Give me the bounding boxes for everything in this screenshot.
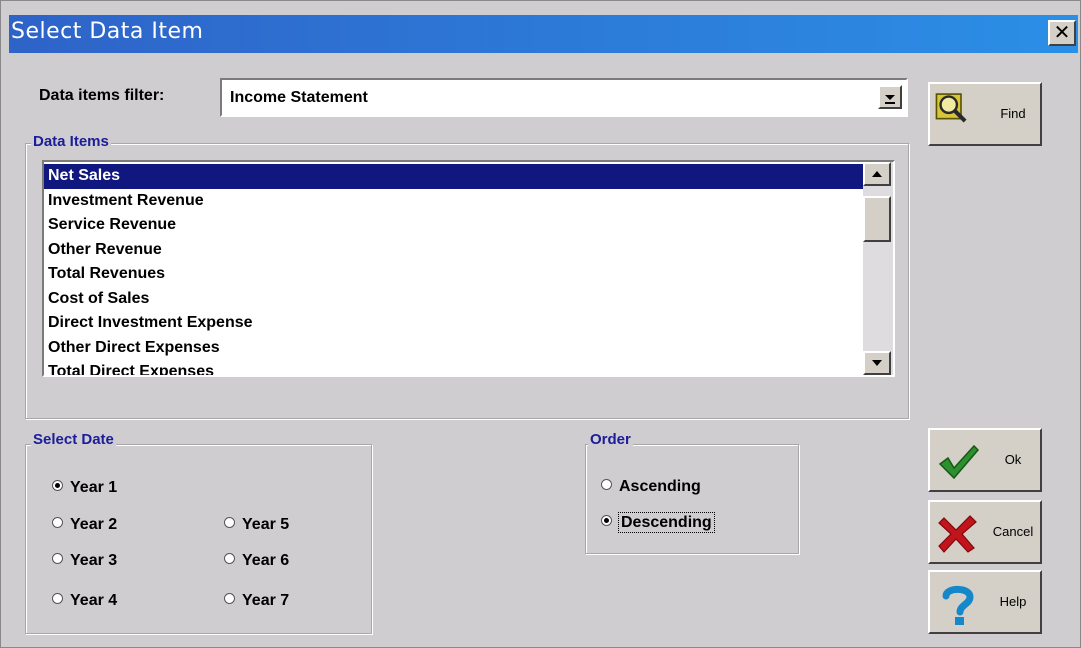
data-items-title: Data Items	[31, 133, 111, 150]
radio-year-4[interactable]: Year 4	[52, 592, 117, 610]
radio-label: Year 4	[70, 592, 118, 609]
radio-dot	[224, 593, 235, 604]
radio-year-6[interactable]: Year 6	[224, 552, 289, 570]
list-item[interactable]: Other Revenue	[44, 238, 863, 263]
radio-year-2[interactable]: Year 2	[52, 516, 117, 534]
find-button[interactable]: Find	[928, 82, 1042, 146]
help-button-label: Help	[999, 594, 1027, 609]
radio-dot	[601, 515, 612, 526]
checkmark-icon	[938, 444, 980, 480]
chevron-down-icon	[885, 95, 895, 104]
list-item[interactable]: Total Direct Expenses	[44, 360, 863, 375]
radio-dot	[601, 479, 612, 490]
arrow-down-icon	[872, 360, 882, 366]
radio-year-3[interactable]: Year 3	[52, 552, 117, 570]
scroll-down-button[interactable]	[863, 351, 891, 375]
close-icon: ✕	[1053, 20, 1071, 44]
filter-label: Data items filter:	[39, 87, 165, 104]
radio-dot	[52, 517, 63, 528]
radio-dot	[52, 480, 63, 491]
order-title: Order	[588, 431, 633, 448]
scroll-thumb[interactable]	[863, 196, 891, 242]
list-scrollbar[interactable]	[863, 162, 893, 375]
x-icon	[938, 515, 977, 553]
radio-label: Year 5	[242, 516, 290, 533]
cancel-button-label: Cancel	[992, 524, 1034, 539]
window-title: Select Data Item	[11, 19, 204, 44]
radio-dot	[224, 553, 235, 564]
data-items-list[interactable]: Net Sales Investment Revenue Service Reven…	[42, 160, 895, 377]
list-item[interactable]: Net Sales	[44, 164, 863, 189]
radio-dot	[52, 553, 63, 564]
arrow-up-icon	[872, 171, 882, 177]
radio-label: Year 6	[242, 552, 290, 569]
help-button[interactable]: Help	[928, 570, 1042, 634]
scroll-up-button[interactable]	[863, 162, 891, 186]
find-icon	[935, 93, 967, 123]
radio-label: Descending	[618, 512, 715, 533]
list-item[interactable]: Cost of Sales	[44, 287, 863, 312]
ok-button-label: Ok	[1004, 452, 1022, 467]
radio-year-5[interactable]: Year 5	[224, 516, 289, 534]
order-group	[585, 444, 799, 554]
filter-dropdown-arrow[interactable]	[878, 85, 902, 109]
radio-label: Ascending	[619, 478, 701, 495]
list-item[interactable]: Service Revenue	[44, 213, 863, 238]
filter-value: Income Statement	[230, 89, 368, 106]
list-item[interactable]: Direct Investment Expense	[44, 311, 863, 336]
radio-label: Year 2	[70, 516, 118, 533]
cancel-button[interactable]: Cancel	[928, 500, 1042, 564]
radio-ascending[interactable]: Ascending	[601, 478, 701, 496]
list-item[interactable]: Investment Revenue	[44, 189, 863, 214]
radio-label: Year 7	[242, 592, 290, 609]
radio-descending[interactable]: Descending	[601, 512, 715, 533]
radio-label: Year 3	[70, 552, 118, 569]
close-button[interactable]: ✕	[1048, 20, 1076, 46]
data-items-rows: Net Sales Investment Revenue Service Reven…	[44, 164, 863, 375]
title-bar: Select Data Item ✕	[9, 15, 1078, 53]
select-data-item-dialog: Select Data Item ✕ Data items filter: In…	[0, 0, 1081, 648]
radio-dot	[52, 593, 63, 604]
list-item[interactable]: Other Direct Expenses	[44, 336, 863, 361]
radio-year-7[interactable]: Year 7	[224, 592, 289, 610]
list-item[interactable]: Total Revenues	[44, 262, 863, 287]
filter-dropdown[interactable]: Income Statement	[220, 78, 908, 117]
radio-year-1[interactable]: Year 1	[52, 479, 117, 497]
ok-button[interactable]: Ok	[928, 428, 1042, 492]
find-button-label: Find	[1000, 106, 1026, 121]
question-icon	[942, 585, 974, 625]
radio-dot	[224, 517, 235, 528]
radio-label: Year 1	[70, 479, 118, 496]
select-date-title: Select Date	[31, 431, 116, 448]
